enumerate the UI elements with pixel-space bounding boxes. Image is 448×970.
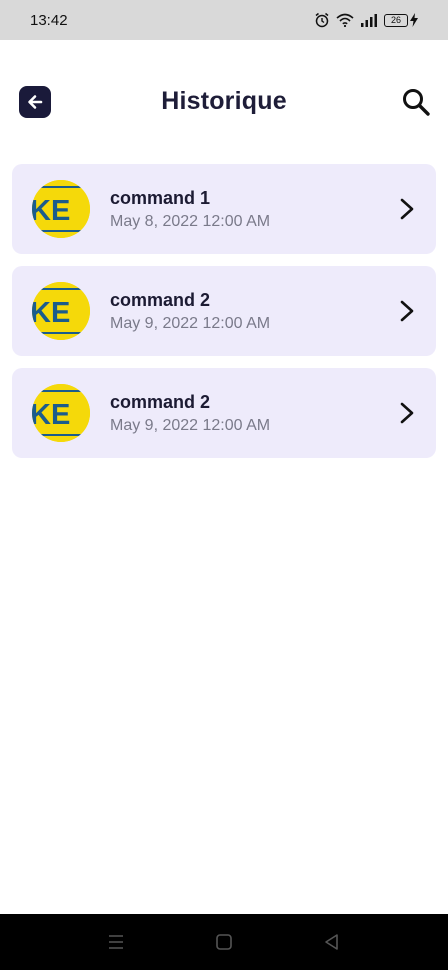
history-item[interactable]: KE command 2 May 9, 2022 12:00 AM [12, 266, 436, 356]
item-title: command 2 [110, 290, 211, 310]
chevron-right-icon [400, 198, 414, 220]
svg-text:KE: KE [32, 297, 70, 329]
app-header: Historique [0, 76, 448, 128]
item-title: command 2 [110, 392, 211, 412]
home-icon[interactable] [214, 932, 234, 952]
item-date: May 9, 2022 12:00 AM [110, 315, 271, 332]
search-icon [403, 89, 430, 116]
history-item[interactable]: KE command 2 May 9, 2022 12:00 AM [12, 368, 436, 458]
store-logo: KE [32, 282, 90, 340]
system-nav-bar [0, 914, 448, 970]
history-item[interactable]: KE command 1 May 8, 2022 12:00 AM [12, 164, 436, 254]
chevron-right-icon [400, 402, 414, 424]
signal-icon [361, 14, 377, 27]
chevron-right-icon [400, 300, 414, 322]
wifi-icon [336, 13, 354, 27]
status-bar: 13:42 26 [0, 0, 448, 40]
alarm-icon [315, 12, 329, 28]
store-logo: KE [32, 384, 90, 442]
back-nav-icon[interactable] [322, 932, 342, 952]
page-title: Historique [161, 87, 287, 115]
svg-text:KE: KE [32, 399, 70, 431]
menu-icon[interactable] [106, 932, 126, 952]
status-icons: 26 [314, 12, 418, 28]
status-time: 13:42 [30, 11, 68, 29]
store-logo: KE [32, 180, 90, 238]
item-title: command 1 [110, 188, 211, 208]
search-button[interactable] [400, 86, 432, 118]
item-date: May 9, 2022 12:00 AM [110, 417, 271, 434]
battery-level: 26 [384, 13, 408, 27]
item-date: May 8, 2022 12:00 AM [110, 213, 271, 230]
charging-icon [410, 13, 418, 27]
history-list: KE command 1 May 8, 2022 12:00 AM KE com… [12, 164, 436, 470]
svg-text:KE: KE [32, 195, 70, 227]
battery-indicator: 26 [384, 13, 418, 27]
